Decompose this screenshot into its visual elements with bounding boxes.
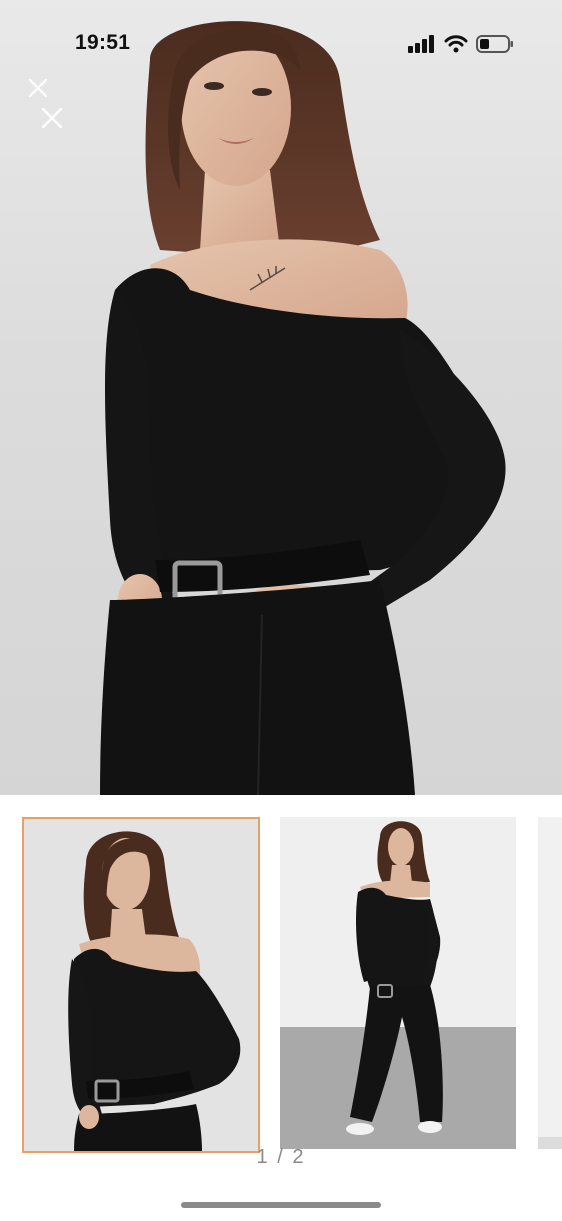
close-icon	[41, 107, 63, 129]
thumbnail-partial[interactable]	[538, 817, 562, 1149]
close-icon	[28, 78, 48, 98]
main-product-image[interactable]	[0, 0, 562, 795]
thumbnail-image	[280, 817, 516, 1149]
battery-icon	[476, 35, 514, 58]
thumbnail-full-body[interactable]	[280, 817, 516, 1149]
thumbnail-image	[24, 819, 258, 1151]
model-photo	[100, 21, 506, 795]
status-time: 19:51	[75, 31, 131, 54]
page-indicator: 1 / 2	[256, 1146, 306, 1168]
close-button-secondary[interactable]	[38, 104, 66, 132]
status-icons	[408, 35, 514, 58]
signal-icon	[408, 35, 436, 58]
wifi-icon	[444, 35, 468, 58]
thumbnail-closeup[interactable]	[22, 817, 260, 1153]
thumbnail-image	[538, 817, 562, 1149]
home-indicator[interactable]	[181, 1202, 381, 1208]
close-button[interactable]	[24, 74, 52, 102]
